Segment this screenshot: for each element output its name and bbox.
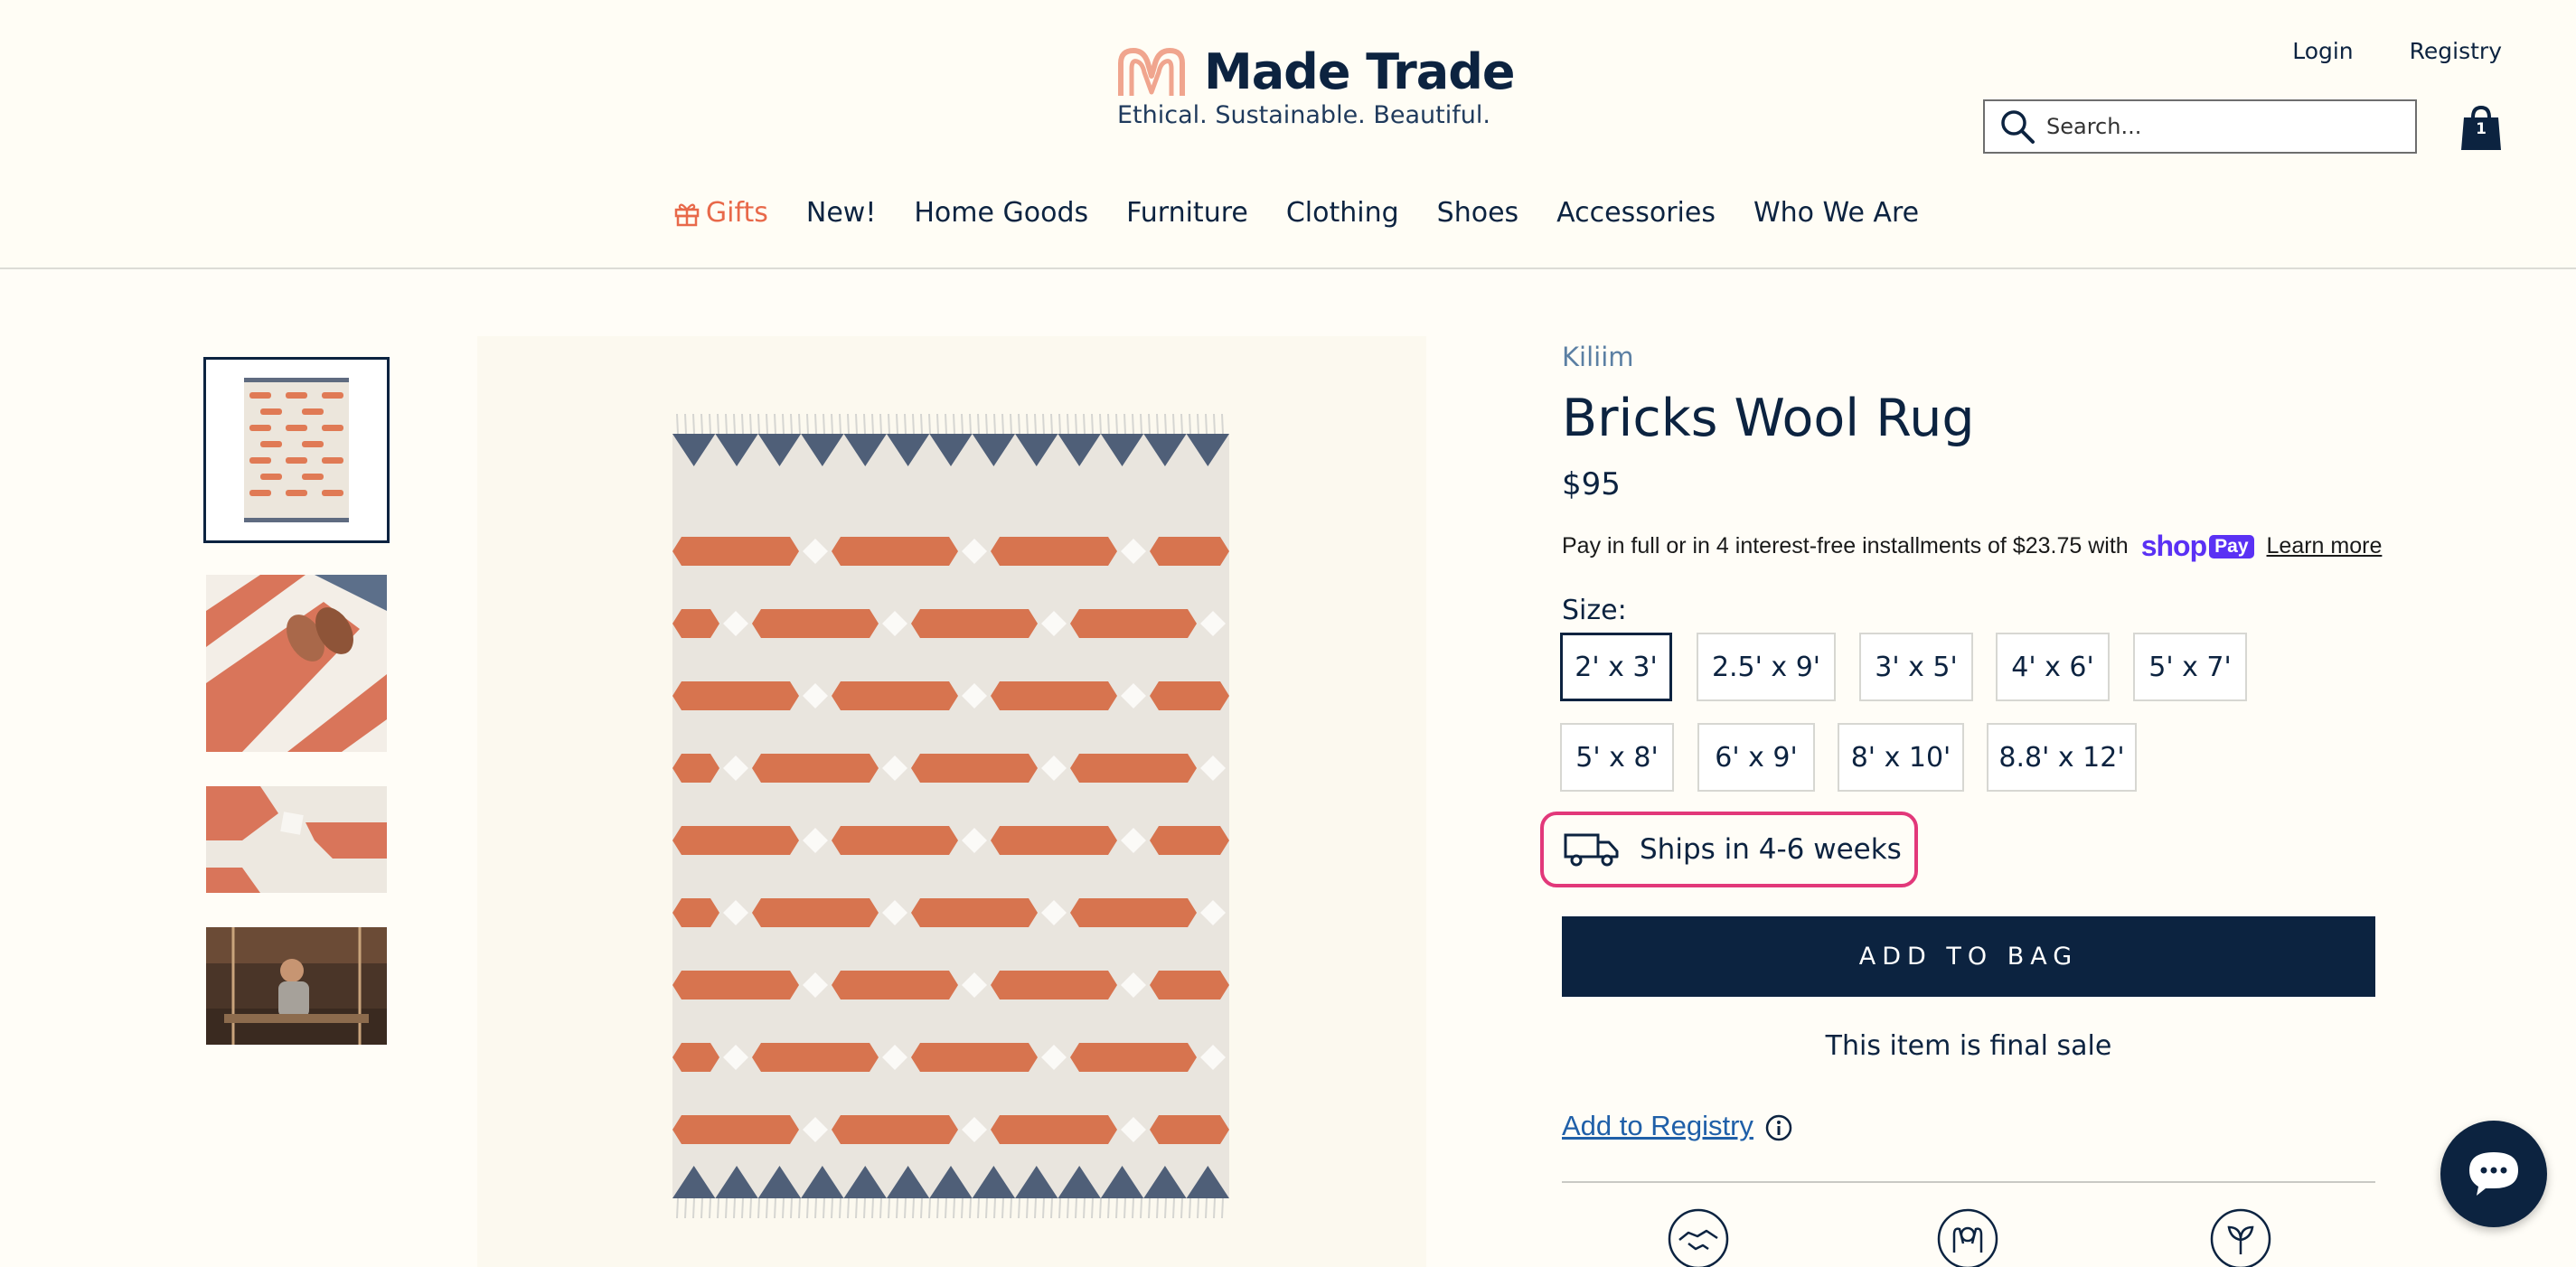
logo-mark-icon: [1118, 48, 1185, 96]
login-link[interactable]: Login: [2292, 38, 2353, 64]
final-sale-notice: This item is final sale: [1825, 1030, 2112, 1062]
registry-link[interactable]: Registry: [2410, 38, 2502, 64]
nav-item-home-goods[interactable]: Home Goods: [914, 197, 1088, 229]
product-price: $95: [1562, 466, 1621, 502]
rug-thumbnail-image: [206, 360, 387, 540]
chat-bubble-icon: [2469, 1152, 2518, 1196]
product-main-image[interactable]: [477, 336, 1426, 1267]
rug-closeup-image: [206, 786, 387, 893]
thumbnail-1[interactable]: [203, 357, 390, 543]
product-title: Bricks Wool Rug: [1562, 389, 1975, 448]
size-option-8.8x12[interactable]: 8.8' x 12': [1987, 723, 2137, 792]
brand-tagline: Ethical. Sustainable. Beautiful.: [1117, 101, 1490, 129]
thumbnail-4[interactable]: [206, 927, 387, 1045]
sustainable-leaf-icon: [2210, 1208, 2271, 1267]
gift-icon: [674, 203, 700, 226]
size-option-3x5[interactable]: 3' x 5': [1859, 633, 1973, 701]
nav-item-shoes[interactable]: Shoes: [1437, 197, 1519, 229]
size-option-2.5x9[interactable]: 2.5' x 9': [1697, 633, 1836, 701]
size-option-8x10[interactable]: 8' x 10': [1838, 723, 1964, 792]
nav-item-gifts[interactable]: Gifts: [673, 197, 768, 229]
size-option-2x3[interactable]: 2' x 3': [1560, 633, 1672, 701]
cart-button[interactable]: 1: [2460, 105, 2502, 152]
rug-image: [477, 336, 1426, 1267]
thumbnail-2[interactable]: [206, 575, 387, 752]
installments-text: Pay in full or in 4 interest-free instal…: [1562, 533, 2129, 558]
thumbnail-3[interactable]: [206, 786, 387, 893]
nav-item-accessories[interactable]: Accessories: [1556, 197, 1716, 229]
cart-count-badge: 1: [2476, 120, 2487, 138]
fair-trade-handshake-icon: [1668, 1208, 1729, 1267]
shop-pay-wordmark: shop: [2140, 530, 2207, 562]
installments-info: Pay in full or in 4 interest-free instal…: [1562, 530, 2382, 563]
rug-detail-with-slippers-image: [206, 575, 387, 752]
search-icon[interactable]: [1999, 108, 2035, 145]
size-label: Size:: [1562, 595, 1627, 626]
site-header: Made Trade Ethical. Sustainable. Beautif…: [0, 0, 2576, 269]
vendor-link[interactable]: Kiliim: [1562, 342, 1634, 372]
artisan-hands-icon: [1937, 1208, 1998, 1267]
nav-item-who-we-are[interactable]: Who We Are: [1753, 197, 1919, 229]
learn-more-link[interactable]: Learn more: [2267, 533, 2383, 559]
delivery-truck-icon: [1564, 833, 1619, 867]
nav-item-new[interactable]: New!: [806, 197, 876, 229]
nav-label-gifts: Gifts: [705, 197, 768, 229]
chat-button[interactable]: [2440, 1121, 2547, 1227]
brand-logo[interactable]: Made Trade Ethical. Sustainable. Beautif…: [1117, 43, 1516, 134]
size-option-5x7[interactable]: 5' x 7': [2133, 633, 2247, 701]
account-links: Login Registry: [2292, 38, 2502, 64]
shipping-estimate: Ships in 4-6 weeks: [1540, 812, 1918, 887]
size-option-5x8[interactable]: 5' x 8': [1560, 723, 1674, 792]
info-icon[interactable]: [1764, 1113, 1793, 1142]
brand-name: Made Trade: [1204, 43, 1516, 100]
section-divider: [1562, 1181, 2375, 1183]
shipping-text: Ships in 4-6 weeks: [1640, 833, 1902, 866]
search-input[interactable]: [2046, 114, 2390, 139]
size-option-6x9[interactable]: 6' x 9': [1697, 723, 1815, 792]
search-box[interactable]: [1983, 99, 2417, 154]
nav-item-furniture[interactable]: Furniture: [1126, 197, 1248, 229]
nav-item-clothing[interactable]: Clothing: [1286, 197, 1399, 229]
artisan-weaving-image: [206, 927, 387, 1045]
add-to-bag-button[interactable]: ADD TO BAG: [1562, 916, 2375, 997]
shop-pay-logo: shop Pay: [2141, 530, 2254, 563]
size-option-4x6[interactable]: 4' x 6': [1996, 633, 2110, 701]
add-to-registry-link[interactable]: Add to Registry: [1562, 1110, 1753, 1142]
main-navigation: Gifts New! Home Goods Furniture Clothing…: [0, 197, 2576, 229]
shop-pay-badge: Pay: [2209, 534, 2254, 558]
